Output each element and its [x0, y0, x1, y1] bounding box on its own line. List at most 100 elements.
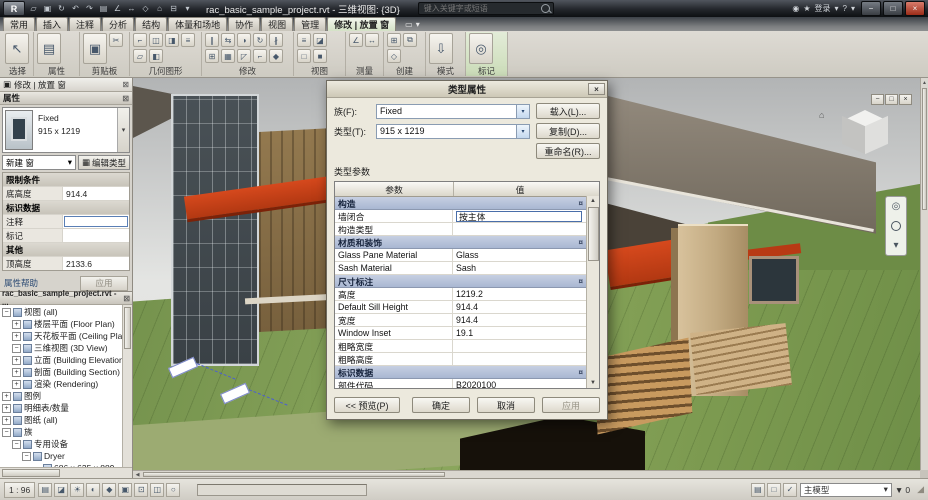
close-button[interactable]: ×: [905, 1, 925, 16]
panel-label-mode[interactable]: 模式: [429, 65, 462, 76]
parameter-row[interactable]: 构造类型: [335, 223, 586, 236]
tree-item[interactable]: − 专用设备: [0, 438, 122, 450]
apply-button[interactable]: 应用: [542, 397, 600, 413]
offset-icon[interactable]: ⇆: [221, 33, 235, 47]
expand-icon[interactable]: +: [12, 379, 21, 389]
ribbon-state-toggle[interactable]: ▭ ▾: [405, 20, 420, 31]
parameter-group-row[interactable]: 尺寸标注 ¤: [335, 275, 586, 288]
rotate-icon[interactable]: ↻: [253, 33, 267, 47]
array-icon[interactable]: ▦: [221, 49, 235, 63]
aligned-dimension-icon[interactable]: ↔: [125, 2, 138, 15]
tree-item[interactable]: + 天花板平面 (Ceiling Plan): [0, 330, 122, 342]
paste-icon[interactable]: ▣: [83, 33, 107, 64]
legend-component-icon[interactable]: ◇: [387, 49, 401, 63]
viewcube-home-icon[interactable]: ⌂: [819, 110, 824, 120]
parameter-group-row[interactable]: 材质和装饰 ¤: [335, 236, 586, 249]
sun-path-icon[interactable]: ☀: [70, 482, 85, 497]
cut-geometry-icon[interactable]: ◫: [149, 33, 163, 47]
parameter-group-row[interactable]: 构造 ¤: [335, 197, 586, 210]
zoom-icon[interactable]: [891, 220, 901, 231]
visual-style-icon[interactable]: ◪: [54, 482, 69, 497]
view-close-button[interactable]: ×: [899, 94, 912, 105]
tree-item[interactable]: − Dryer: [0, 450, 122, 462]
navbar-dropdown-icon[interactable]: ▾: [893, 240, 898, 251]
property-group-header[interactable]: 其他: [3, 243, 129, 257]
panel-toggle-dropdown-icon[interactable]: ▾: [416, 20, 420, 29]
editable-only-icon[interactable]: ✓: [782, 482, 797, 497]
thin-lines-icon[interactable]: ≡: [297, 33, 311, 47]
minimize-button[interactable]: −: [861, 1, 881, 16]
tab-massing-site[interactable]: 体量和场地: [168, 17, 228, 31]
edit-type-button[interactable]: ▦ 编辑类型: [78, 155, 130, 170]
parameter-row[interactable]: Default Sill Height 914.4: [335, 301, 586, 314]
parameter-value[interactable]: 19.1: [453, 327, 586, 339]
expand-icon[interactable]: +: [2, 403, 11, 413]
parameter-edit-field[interactable]: 按主体: [456, 210, 582, 222]
join-geometry-icon[interactable]: ◨: [165, 33, 179, 47]
help-icon[interactable]: ?: [843, 4, 847, 13]
parameter-row[interactable]: 宽度 914.4: [335, 314, 586, 327]
tag-by-category-icon[interactable]: ◇: [139, 2, 152, 15]
cope-icon[interactable]: ⌐: [133, 33, 147, 47]
canvas-horizontal-scrollbar[interactable]: ◀: [133, 470, 920, 478]
dialog-close-button[interactable]: ×: [588, 83, 605, 95]
expand-icon[interactable]: +: [12, 355, 21, 365]
family-dropdown-icon[interactable]: ▾: [516, 104, 529, 118]
panel-label-create[interactable]: 创建: [387, 65, 422, 76]
tab-modify-place-window[interactable]: 修改 | 放置 窗: [327, 17, 397, 31]
temporary-hide-isolate-icon[interactable]: ◫: [150, 482, 165, 497]
worksharing-display-icon[interactable]: ▤: [750, 482, 765, 497]
property-value[interactable]: 914.4: [63, 187, 129, 200]
tab-collaborate[interactable]: 协作: [228, 17, 261, 31]
new-instance-combo[interactable]: 新建 窗 ▾: [2, 155, 76, 170]
redo-icon[interactable]: ↷: [83, 2, 96, 15]
split-face-icon[interactable]: ▱: [133, 49, 147, 63]
ok-button[interactable]: 确定: [412, 397, 470, 413]
collapse-icon[interactable]: −: [2, 427, 11, 437]
application-menu-button[interactable]: R: [3, 1, 25, 16]
parameter-value[interactable]: 914.4: [453, 314, 586, 326]
help-dropdown-icon[interactable]: ▾: [851, 4, 855, 13]
selection-filter[interactable]: ▼ 0: [895, 485, 910, 495]
new-instance-dropdown-icon[interactable]: ▾: [68, 157, 72, 168]
scrollbar-thumb[interactable]: [143, 472, 445, 477]
parameter-row[interactable]: 高度 1219.2: [335, 288, 586, 301]
parameter-value[interactable]: Glass: [453, 249, 586, 261]
browser-close-icon[interactable]: ⊠: [123, 294, 130, 303]
parameter-value[interactable]: 914.4: [453, 301, 586, 313]
panel-label-clipboard[interactable]: 剪贴板: [83, 65, 126, 76]
property-group-header[interactable]: 限制条件: [3, 173, 129, 187]
collapse-icon[interactable]: −: [22, 451, 31, 461]
panel-toggle-icon[interactable]: ▭: [405, 20, 413, 29]
create-group-icon[interactable]: ⊞: [387, 33, 401, 47]
collapse-icon[interactable]: −: [12, 343, 21, 353]
scrollbar-thumb[interactable]: [587, 207, 599, 261]
parameter-value[interactable]: Sash: [453, 262, 586, 274]
tree-item[interactable]: + 立面 (Building Elevation): [0, 354, 122, 366]
browser-vertical-scrollbar[interactable]: [122, 305, 132, 467]
preview-button[interactable]: << 预览(P): [334, 397, 400, 413]
parameter-row[interactable]: Sash Material Sash: [335, 262, 586, 275]
measure-tool-icon[interactable]: ∠: [349, 33, 363, 47]
exclude-options-icon[interactable]: □: [766, 482, 781, 497]
parameter-row[interactable]: Glass Pane Material Glass: [335, 249, 586, 262]
tree-item[interactable]: + 剖面 (Building Section): [0, 366, 122, 378]
viewcube[interactable]: ⌂: [819, 108, 899, 174]
parameter-group-row[interactable]: 标识数据 ¤: [335, 366, 586, 379]
scroll-down-icon[interactable]: ▼: [590, 378, 596, 388]
shadows-icon[interactable]: ◐: [86, 482, 101, 497]
cancel-button[interactable]: 取消: [477, 397, 535, 413]
measure-icon[interactable]: ∠: [111, 2, 124, 15]
scrollbar-thumb[interactable]: [922, 88, 927, 210]
section-icon[interactable]: ⊟: [167, 2, 180, 15]
type-dropdown-icon[interactable]: ▾: [516, 124, 529, 138]
dialog-title-bar[interactable]: 类型属性 ×: [327, 81, 607, 98]
crop-view-icon[interactable]: ▣: [118, 482, 133, 497]
tab-analyze[interactable]: 分析: [102, 17, 135, 31]
design-option-select[interactable]: 主模型 ▾: [799, 482, 892, 497]
view-scale-button[interactable]: 1 : 96: [4, 481, 36, 498]
scrollbar-thumb[interactable]: [124, 307, 131, 349]
expand-icon[interactable]: +: [12, 367, 21, 377]
tab-annotate[interactable]: 注释: [69, 17, 102, 31]
trim-icon[interactable]: ⌐: [253, 49, 267, 63]
